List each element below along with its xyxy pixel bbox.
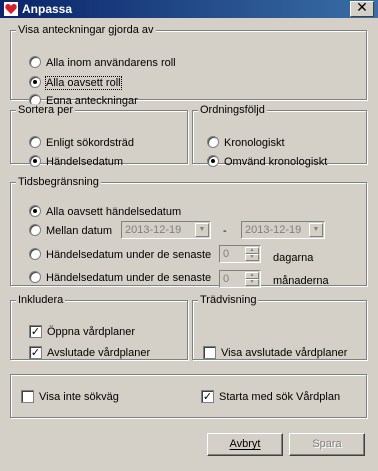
group-sortera-legend: Sortera per (16, 104, 76, 117)
checkbox-visa-inte-sokvag[interactable]: Visa inte sökväg (21, 389, 119, 405)
radio-omvand-kronologiskt[interactable]: Omvänd kronologiskt (207, 154, 327, 170)
group-visa-anteckningar: Visa anteckningar gjorda av Alla inom an… (10, 24, 367, 107)
chevron-up-icon[interactable]: ▲ (245, 247, 259, 254)
group-tid-legend: Tidsbegränsning (16, 176, 101, 189)
months-value: 0 (223, 273, 230, 285)
group-inkludera: Inkludera ✓ Öppna vårdplaner ✓ Avslutade v… (10, 294, 188, 360)
stepper-buttons: ▲ ▼ (245, 247, 259, 261)
date-from-value: 2013-12-19 (125, 224, 182, 236)
radio-button[interactable] (29, 224, 41, 237)
radio-kronologiskt[interactable]: Kronologiskt (207, 135, 285, 151)
cancel-label: Avbryt (229, 438, 261, 450)
checkbox-avslutade-vardplaner[interactable]: ✓ Avslutade vårdplaner (29, 345, 150, 361)
radio-alla-oavsett-roll[interactable]: Alla oavsett roll (29, 75, 122, 91)
radio-alla-oavsett-datum[interactable]: Alla oavsett händelsedatum (29, 204, 181, 220)
radio-enligt-sokordstrad[interactable]: Enligt sökordsträd (29, 135, 134, 151)
close-icon: ✕ (356, 0, 368, 16)
chevron-down-icon[interactable]: ▼ (195, 223, 209, 237)
radio-label: Händelsedatum under de senaste (46, 249, 212, 261)
radio-label: Kronologiskt (224, 137, 285, 149)
checkbox-visa-avslutade[interactable]: Visa avslutade vårdplaner (203, 345, 347, 361)
radio-handelsedatum[interactable]: Händelsedatum (29, 154, 123, 170)
radio-button-selected[interactable] (29, 76, 41, 89)
stepper-buttons: ▲ ▼ (245, 272, 259, 286)
chevron-down-icon[interactable]: ▼ (309, 223, 323, 237)
checkbox-label: Starta med sök Vårdplan (219, 391, 341, 403)
months-stepper[interactable]: 0 ▲ ▼ (219, 270, 261, 288)
radio-button[interactable] (29, 136, 41, 149)
group-visa-legend: Visa anteckningar gjorda av (16, 24, 156, 37)
chevron-down-icon[interactable]: ▼ (245, 254, 259, 261)
radio-label: Alla inom användarens roll (46, 57, 176, 69)
group-tradvisning: Trädvisning Visa avslutade vårdplaner (192, 294, 367, 360)
group-inkludera-legend: Inkludera (16, 294, 66, 307)
group-sortera-per: Sortera per Enligt sökordsträd Händelsed… (10, 104, 188, 168)
days-stepper[interactable]: 0 ▲ ▼ (219, 245, 261, 263)
checkmark-icon[interactable]: ✓ (29, 324, 42, 338)
checkbox-starta-med-sok[interactable]: ✓ Starta med sök Vårdplan (201, 389, 340, 405)
radio-label: Enligt sökordsträd (46, 137, 135, 149)
title-bar: Anpassa ✕ (0, 0, 378, 18)
radio-button[interactable] (207, 136, 219, 149)
days-value: 0 (223, 248, 230, 260)
radio-button[interactable] (29, 248, 41, 261)
date-from-picker[interactable]: 2013-12-19 ▼ (121, 221, 211, 239)
radio-senaste-dagar[interactable]: Händelsedatum under de senaste (29, 247, 211, 263)
checkmark-icon[interactable]: ✓ (29, 345, 42, 359)
chevron-down-icon[interactable]: ▼ (245, 279, 259, 286)
checkbox-unchecked[interactable] (203, 345, 216, 359)
radio-label: Alla oavsett händelsedatum (46, 206, 182, 218)
cancel-button[interactable]: Avbryt (207, 433, 283, 456)
group-tidsbegransning: Tidsbegränsning Alla oavsett händelsedat… (10, 176, 367, 288)
checkbox-label: Avslutade vårdplaner (47, 347, 151, 359)
radio-label: Händelsedatum (46, 156, 124, 168)
radio-mellan-datum[interactable]: Mellan datum (29, 223, 112, 239)
radio-label: Händelsedatum under de senaste (46, 272, 212, 284)
radio-alla-inom-roll[interactable]: Alla inom användarens roll (29, 55, 176, 71)
radio-button[interactable] (29, 271, 41, 284)
heart-icon (4, 2, 18, 16)
radio-label: Alla oavsett roll (45, 76, 122, 90)
checkbox-label: Visa inte sökväg (39, 391, 119, 403)
radio-label: Mellan datum (46, 225, 113, 237)
bottom-options-panel: Visa inte sökväg ✓ Starta med sök Vårdpla… (10, 374, 367, 418)
chevron-up-icon[interactable]: ▲ (245, 272, 259, 279)
date-to-picker[interactable]: 2013-12-19 ▼ (241, 221, 325, 239)
checkbox-label: Visa avslutade vårdplaner (221, 347, 348, 359)
date-separator: - (223, 225, 227, 237)
radio-button-selected[interactable] (207, 155, 219, 168)
radio-label: Omvänd kronologiskt (224, 156, 328, 168)
radio-senaste-manader[interactable]: Händelsedatum under de senaste (29, 270, 211, 286)
save-button[interactable]: Spara (289, 433, 365, 456)
window-title: Anpassa (22, 2, 73, 16)
group-ordning-legend: Ordningsföljd (198, 104, 267, 117)
checkbox-label: Öppna vårdplaner (47, 326, 136, 338)
months-unit: månaderna (273, 275, 329, 287)
group-trad-legend: Trädvisning (198, 294, 259, 307)
date-to-value: 2013-12-19 (245, 224, 302, 236)
radio-button-selected[interactable] (29, 205, 41, 218)
radio-button[interactable] (29, 56, 41, 69)
group-ordningsfoljd: Ordningsföljd Kronologiskt Omvänd kronol… (192, 104, 367, 168)
checkmark-icon[interactable]: ✓ (201, 389, 214, 403)
save-label: Spara (312, 438, 342, 450)
close-button[interactable]: ✕ (350, 1, 374, 17)
checkbox-unchecked[interactable] (21, 389, 34, 403)
radio-button-selected[interactable] (29, 155, 41, 168)
days-unit: dagarna (273, 252, 314, 264)
checkbox-oppna-vardplaner[interactable]: ✓ Öppna vårdplaner (29, 324, 135, 340)
